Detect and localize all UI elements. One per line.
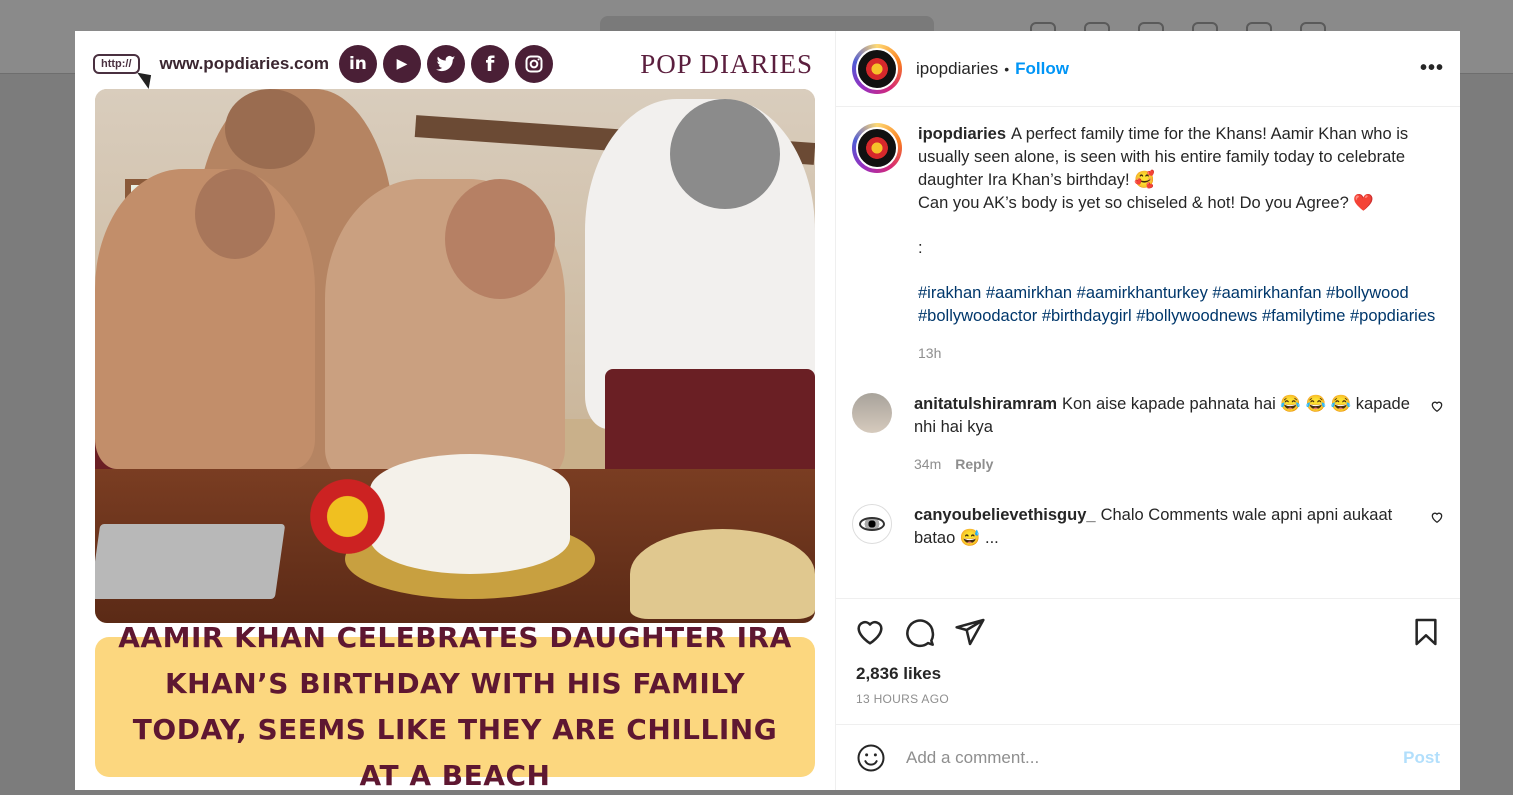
add-comment-bar: Post [836,724,1460,790]
likes-count[interactable]: 2,836 likes [836,664,1460,684]
caption-line-3: : [918,239,923,257]
comment-username[interactable]: canyoubelievethisguy_ [914,506,1096,524]
avatar-inner [856,127,898,169]
pop-logo-icon [866,137,888,159]
post-modal: http:// www.popdiaries.com in ▶ f POP DI… [75,31,1460,790]
comments-list[interactable]: ipopdiaries A perfect family time for the… [836,107,1460,598]
avatar-inner [856,47,898,90]
account-avatar[interactable] [852,43,902,94]
caption-username[interactable]: ipopdiaries [918,125,1006,143]
like-comment-heart-icon[interactable] [1430,510,1444,524]
post-media[interactable]: http:// www.popdiaries.com in ▶ f POP DI… [75,31,835,790]
post-details-panel: ipopdiaries • Follow ••• ipopdiaries A pe… [835,31,1460,790]
poster-headline-box: AAMIR KHAN CELEBRATES DAUGHTER IRA KHAN’… [95,621,815,790]
header-username[interactable]: ipopdiaries [916,59,998,79]
photo-chair [605,369,815,479]
photo-tray [95,524,286,599]
comment-body: anitatulshiramram Kon aise kapade pahnata… [914,393,1416,476]
url-tag: http:// [93,54,157,90]
caption-body: ipopdiaries A perfect family time for the… [918,123,1444,365]
comment-body: canyoubelievethisguy_ Chalo Comments wale… [914,504,1416,550]
post-comment-button[interactable]: Post [1403,748,1440,768]
eye-icon [859,517,885,531]
pop-sticker-icon [300,469,395,564]
post-photo [95,89,815,623]
comment-bubble-icon[interactable] [904,616,936,648]
caption-text: ipopdiaries A perfect family time for the… [918,123,1444,192]
caption-time: 13h [918,345,942,361]
posted-time: 13 HOURS AGO [856,692,949,706]
youtube-icon: ▶ [382,45,421,83]
instagram-icon [514,45,553,83]
site-url: www.popdiaries.com [159,54,329,73]
photo-head [445,179,555,299]
like-heart-icon[interactable] [854,616,886,648]
caption-avatar[interactable] [852,123,902,173]
caption-line-2: Can you AK’s body is yet so chiseled & h… [918,194,1374,212]
commenter-avatar[interactable] [852,504,892,544]
photo-bowl [630,529,815,619]
poster-headline: AAMIR KHAN CELEBRATES DAUGHTER IRA KHAN’… [118,621,792,790]
save-bookmark-icon[interactable] [1410,616,1442,648]
linkedin-icon: in [338,45,377,83]
comment-username[interactable]: anitatulshiramram [914,395,1057,413]
facebook-icon: f [470,45,509,83]
reply-button[interactable]: Reply [955,456,993,472]
comment-input[interactable] [906,747,1404,768]
poster-header: http:// www.popdiaries.com in ▶ f POP DI… [93,41,813,90]
comment-row: canyoubelievethisguy_ Chalo Comments wale… [852,504,1444,550]
comment-meta: 34m Reply [914,453,1416,476]
caption-row: ipopdiaries A perfect family time for the… [852,123,1444,365]
more-options-icon[interactable]: ••• [1420,57,1444,80]
photo-cake [370,454,570,574]
follow-button[interactable]: Follow [1015,59,1069,79]
separator-dot: • [1004,60,1010,77]
share-paper-plane-icon[interactable] [954,616,986,648]
comment-time: 34m [914,456,942,472]
post-header: ipopdiaries • Follow ••• [836,31,1460,107]
pop-logo-icon [866,57,888,80]
emoji-smiley-icon[interactable] [856,743,886,773]
commenter-avatar[interactable] [852,393,892,433]
photo-head [225,89,315,169]
cursor-icon [136,66,157,90]
post-actions [836,598,1460,664]
brand-logo: POP DIARIES [640,48,813,79]
photo-head [670,99,780,209]
photo-head [195,169,275,259]
twitter-icon [426,45,465,83]
url-tag-label: http:// [101,58,132,70]
like-comment-heart-icon[interactable] [1430,399,1444,413]
caption-hashtags[interactable]: #irakhan #aamirkhan #aamirkhanturkey #aa… [918,282,1444,328]
comment-row: anitatulshiramram Kon aise kapade pahnata… [852,393,1444,476]
comment-text-line: anitatulshiramram Kon aise kapade pahnata… [914,393,1416,439]
